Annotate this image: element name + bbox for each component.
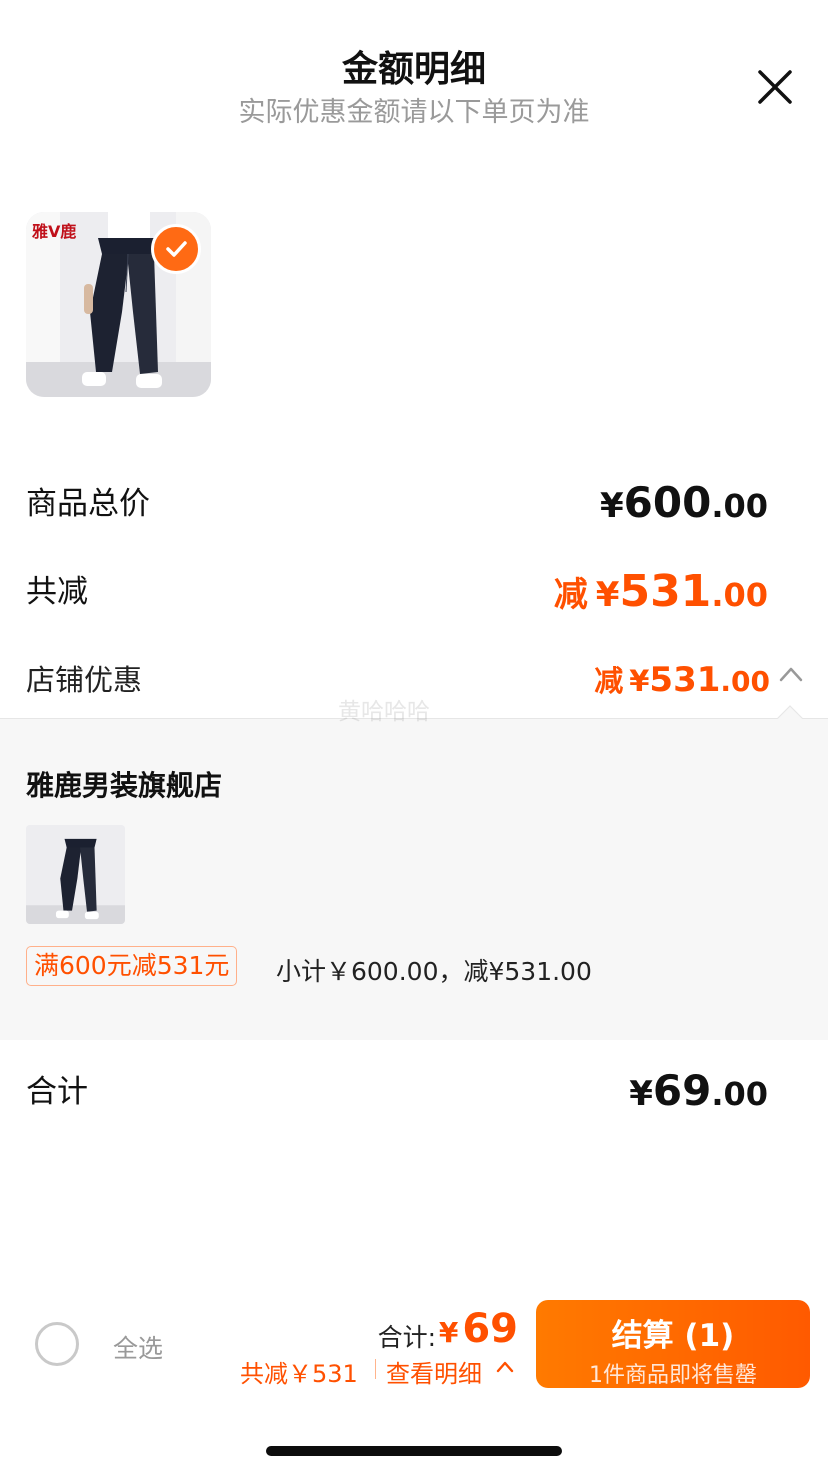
brand-logo: 雅V鹿	[32, 222, 77, 241]
chevron-up-icon[interactable]	[778, 664, 804, 684]
page-title: 金额明细	[341, 49, 486, 90]
divider	[375, 1359, 376, 1379]
bar-total-price: ¥69	[438, 1306, 518, 1352]
watermark: 黄哈哈哈	[338, 699, 430, 725]
select-all-radio[interactable]	[35, 1322, 79, 1366]
total-reduce-label: 共减	[26, 574, 88, 610]
shop-name: 雅鹿男装旗舰店	[26, 769, 223, 802]
view-detail-link[interactable]: 查看明细	[386, 1354, 482, 1389]
sum-label: 合计	[26, 1074, 88, 1110]
checkout-label: 结算 (1)	[611, 1318, 735, 1354]
subtotal-text: 小计￥600.00，减¥531.00	[276, 957, 592, 986]
total-reduce-price: 减 ¥531.00	[553, 566, 768, 617]
close-icon	[758, 70, 792, 104]
chevron-up-icon[interactable]	[496, 1360, 514, 1374]
checkout-subtext: 1件商品即将售罄	[589, 1363, 757, 1388]
select-all-label[interactable]: 全选	[113, 1329, 163, 1365]
bar-reduce-text: 共减￥531	[240, 1360, 358, 1388]
shop-discount-label[interactable]: 店铺优惠	[26, 657, 142, 699]
promo-tag: 满600元减531元	[26, 946, 238, 986]
selected-check-badge[interactable]	[151, 224, 201, 274]
goods-total-label: 商品总价	[26, 486, 150, 522]
check-icon	[166, 241, 187, 257]
checkout-button[interactable]: 结算 (1) 1件商品即将售罄	[536, 1300, 810, 1388]
goods-total-price: ¥600.00	[599, 478, 768, 527]
close-button[interactable]	[752, 64, 798, 110]
home-indicator[interactable]	[266, 1446, 562, 1456]
bar-total-label: 合计:	[377, 1323, 436, 1352]
shop-discount-price[interactable]: 减 ¥531.00	[594, 658, 770, 700]
product-thumbnail[interactable]	[26, 825, 125, 924]
sum-price: ¥69.00	[629, 1066, 768, 1115]
page-subtitle: 实际优惠金额请以下单页为准	[238, 97, 590, 128]
